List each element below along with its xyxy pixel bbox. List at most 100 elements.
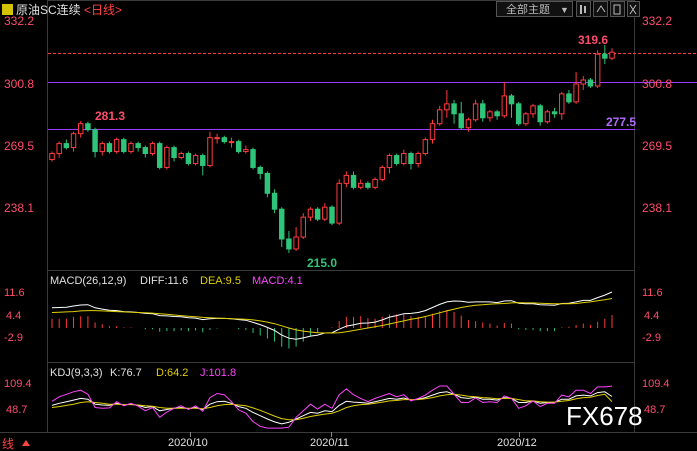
scroll-up-icon[interactable]	[22, 440, 30, 446]
candle-up	[465, 119, 472, 129]
candle-down	[85, 123, 91, 131]
candle-down	[537, 105, 543, 123]
candle-up	[401, 153, 407, 164]
macd-header: MACD(26,12,9) DIFF:11.6 DEA:9.5 MACD:4.1	[50, 275, 303, 287]
candle-down	[494, 111, 500, 117]
candle-up	[372, 178, 378, 188]
candles	[49, 45, 615, 253]
candle-up	[379, 166, 385, 180]
kdj-header: KDJ(9,3,3) K:76.7 D:64.2 J:101.8	[50, 367, 236, 379]
candle-down	[286, 238, 292, 250]
kdj-label: KDJ(9,3,3)	[50, 367, 103, 379]
kdj-k-value: K:76.7	[110, 367, 142, 379]
macd-tick-right-1: 4.4	[644, 310, 659, 322]
settings-button[interactable]	[593, 1, 608, 17]
candle-up	[307, 208, 314, 218]
candle-up	[70, 133, 77, 149]
candle-up	[322, 206, 328, 220]
candle-down	[235, 141, 242, 153]
candle-down	[257, 166, 263, 174]
x-axis: 2020/10 2020/11 2020/12	[168, 432, 537, 449]
candle-up	[243, 149, 249, 153]
macd-label: MACD(26,12,9)	[50, 275, 126, 287]
candle-down	[121, 139, 127, 153]
macd-tick-left-0: 11.6	[4, 287, 25, 299]
candle-down	[350, 174, 357, 188]
candle-down	[508, 95, 515, 105]
period-label[interactable]: <日线>	[84, 3, 122, 17]
candle-down	[200, 155, 206, 166]
x-label-1: 2020/11	[310, 437, 349, 449]
candle-up	[293, 236, 299, 250]
annotation-support: 277.5	[606, 115, 636, 129]
candle-up	[164, 147, 170, 168]
candle-down	[458, 113, 464, 129]
candle-up	[128, 143, 134, 153]
y-tick-right-1: 300.8	[642, 77, 672, 91]
candle-up	[149, 143, 156, 155]
header: 原油SC连续 <日线> 全部主题 ▼	[2, 1, 640, 17]
candle-down	[63, 143, 70, 149]
kdj-tick-right-0: 109.4	[642, 378, 670, 390]
candle-up	[99, 143, 105, 153]
candle-up	[56, 143, 62, 155]
candle-down	[142, 147, 149, 155]
kdj-tick-left-0: 109.4	[4, 378, 32, 390]
kdj-tick-right-1: 48.7	[644, 404, 665, 416]
candle-up	[523, 113, 529, 125]
x-label-0: 2020/10	[168, 437, 208, 449]
macd-tick-left-1: 4.4	[6, 310, 21, 322]
candle-up	[77, 123, 84, 135]
candle-down	[250, 149, 256, 168]
panel-frames	[0, 0, 697, 433]
macd-tick-right-0: 11.6	[642, 287, 663, 299]
candle-down	[566, 93, 572, 103]
candle-up	[113, 139, 120, 153]
macd-y-axis: 11.6 4.4 -2.9 11.6 4.4 -2.9	[4, 287, 663, 344]
candle-up	[228, 141, 235, 144]
candle-up	[207, 137, 213, 166]
macd-tick-right-2: -2.9	[642, 332, 661, 344]
macd-panel-frame	[47, 270, 635, 363]
candle-style-button[interactable]	[576, 1, 591, 17]
y-tick-right-0: 332.2	[642, 14, 672, 28]
candle-up	[544, 111, 551, 123]
candle-up	[300, 216, 307, 238]
candle-down	[393, 155, 400, 164]
candle-up	[386, 155, 393, 168]
candle-down	[156, 143, 163, 168]
main-panel-frame	[47, 0, 635, 271]
candle-down	[602, 53, 608, 59]
candle-down	[106, 143, 113, 153]
candle-down	[551, 111, 558, 115]
candle-down	[314, 208, 321, 220]
candle-down	[221, 137, 228, 143]
candle-up	[487, 111, 493, 119]
candle-down	[451, 103, 457, 115]
candle-down	[329, 206, 335, 224]
candle-up	[573, 83, 579, 103]
candle-up	[436, 109, 443, 125]
theme-dropdown-icon: ▼	[560, 5, 569, 15]
kdj-j-value: J:101.8	[200, 367, 236, 379]
candle-up	[336, 182, 342, 224]
candle-down	[587, 79, 594, 87]
candle-down	[480, 103, 486, 119]
macd-dea-value: DEA:9.5	[200, 275, 241, 287]
candle-down	[171, 147, 177, 159]
y-tick-right-3: 238.1	[642, 201, 672, 215]
candle-down	[279, 208, 285, 240]
macd-macd-value: MACD:4.1	[252, 275, 303, 287]
candle-up	[594, 53, 601, 87]
candle-up	[429, 123, 436, 141]
candle-down	[271, 192, 278, 210]
candle-up	[343, 174, 350, 184]
chart-canvas: 原油SC连续 <日线> 全部主题 ▼ 332.2 300.8 269.5 238…	[0, 0, 697, 451]
candle-down	[92, 129, 98, 153]
candle-up	[49, 153, 55, 161]
candle-up	[580, 79, 587, 85]
candle-up	[559, 93, 565, 115]
annotation-high-left: 281.3	[95, 109, 125, 123]
kdj-d-line	[51, 393, 613, 421]
candle-down	[365, 182, 371, 188]
